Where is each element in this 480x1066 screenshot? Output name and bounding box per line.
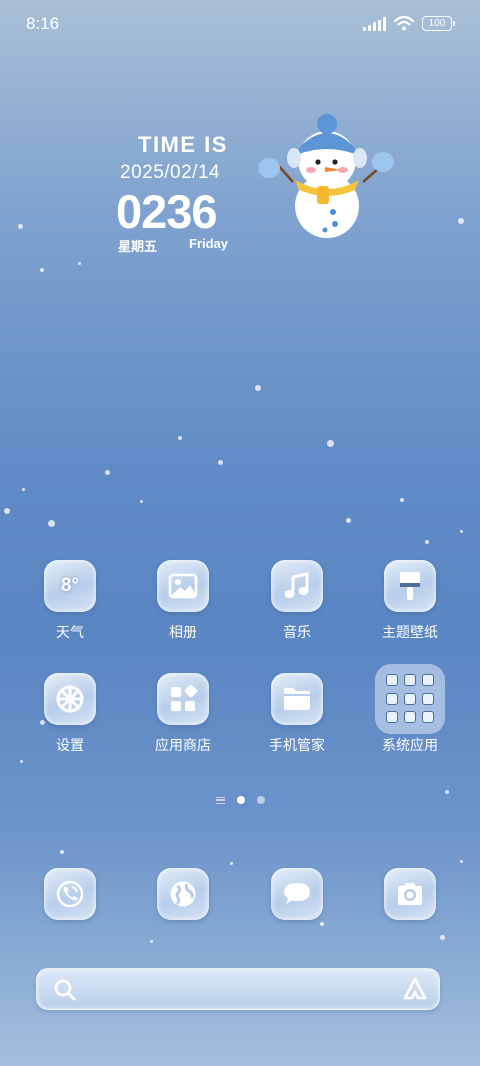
mini-app-icon bbox=[386, 692, 398, 705]
app-store-icon bbox=[157, 673, 209, 725]
dock-phone[interactable] bbox=[20, 868, 120, 920]
app-folder-system[interactable]: 系统应用 bbox=[360, 664, 460, 755]
phone-manager-folder-icon bbox=[271, 673, 323, 725]
weather-icon: 8° bbox=[44, 560, 96, 612]
widget-weekday-cn: 星期五 bbox=[118, 239, 158, 254]
dock-camera[interactable] bbox=[360, 868, 460, 920]
status-bar: 8:16 100 bbox=[0, 0, 480, 50]
battery-level: 100 bbox=[428, 18, 446, 29]
phone-icon bbox=[44, 868, 96, 920]
app-weather[interactable]: 8° 天气 bbox=[20, 560, 120, 642]
theme-brush-icon bbox=[384, 560, 436, 612]
mini-app-icon bbox=[422, 692, 434, 705]
page-dot[interactable] bbox=[256, 796, 265, 804]
assistant-icon[interactable] bbox=[401, 976, 429, 1002]
mini-app-icon bbox=[404, 692, 416, 705]
mini-app-icon bbox=[422, 711, 434, 724]
status-time: 8:16 bbox=[26, 14, 60, 33]
browser-globe-icon bbox=[157, 868, 209, 920]
search-bar[interactable] bbox=[36, 968, 440, 1010]
page-indicator[interactable] bbox=[0, 796, 480, 804]
app-music[interactable]: 音乐 bbox=[247, 560, 347, 642]
search-icon[interactable] bbox=[53, 978, 77, 1002]
weather-temp: 8° bbox=[60, 575, 80, 596]
widget-weekday-en: Friday bbox=[189, 236, 229, 251]
app-label: 天气 bbox=[56, 624, 84, 640]
mini-app-icon bbox=[404, 711, 416, 724]
widget-time: 0236 bbox=[116, 185, 218, 238]
status-icons: 100 bbox=[363, 16, 455, 31]
dock-messages[interactable] bbox=[247, 868, 347, 920]
mini-app-icon bbox=[386, 711, 398, 724]
app-label: 系统应用 bbox=[382, 737, 438, 753]
mini-app-icon bbox=[386, 674, 398, 686]
mini-app-icon bbox=[422, 674, 434, 686]
system-apps-folder bbox=[375, 664, 445, 734]
gallery-icon bbox=[157, 560, 209, 612]
widget-date: 2025/02/14 bbox=[120, 162, 221, 183]
signal-icon bbox=[363, 16, 386, 31]
widget-heading: TIME IS bbox=[138, 132, 228, 157]
app-store[interactable]: 应用商店 bbox=[133, 673, 233, 755]
mini-app-icon bbox=[404, 674, 416, 686]
app-theme[interactable]: 主题壁纸 bbox=[360, 560, 460, 642]
app-label: 手机管家 bbox=[269, 737, 325, 753]
app-label: 音乐 bbox=[283, 624, 311, 640]
app-gallery[interactable]: 相册 bbox=[133, 560, 233, 642]
page-dot-active[interactable] bbox=[236, 796, 245, 804]
page-list-icon[interactable] bbox=[215, 796, 225, 804]
dock-browser[interactable] bbox=[133, 868, 233, 920]
settings-icon bbox=[44, 673, 96, 725]
app-settings[interactable]: 设置 bbox=[20, 673, 120, 755]
camera-icon bbox=[384, 868, 436, 920]
messages-icon bbox=[271, 868, 323, 920]
snowman-icon bbox=[258, 114, 394, 238]
app-label: 设置 bbox=[56, 737, 84, 753]
app-phone-manager[interactable]: 手机管家 bbox=[247, 673, 347, 755]
wifi-icon bbox=[394, 16, 414, 31]
app-label: 应用商店 bbox=[155, 737, 211, 753]
app-label: 相册 bbox=[169, 624, 197, 640]
music-icon bbox=[271, 560, 323, 612]
battery-icon: 100 bbox=[422, 16, 455, 31]
clock-widget[interactable]: TIME IS 2025/02/14 0236 星期五 Friday bbox=[110, 114, 410, 264]
app-label: 主题壁纸 bbox=[382, 624, 438, 640]
